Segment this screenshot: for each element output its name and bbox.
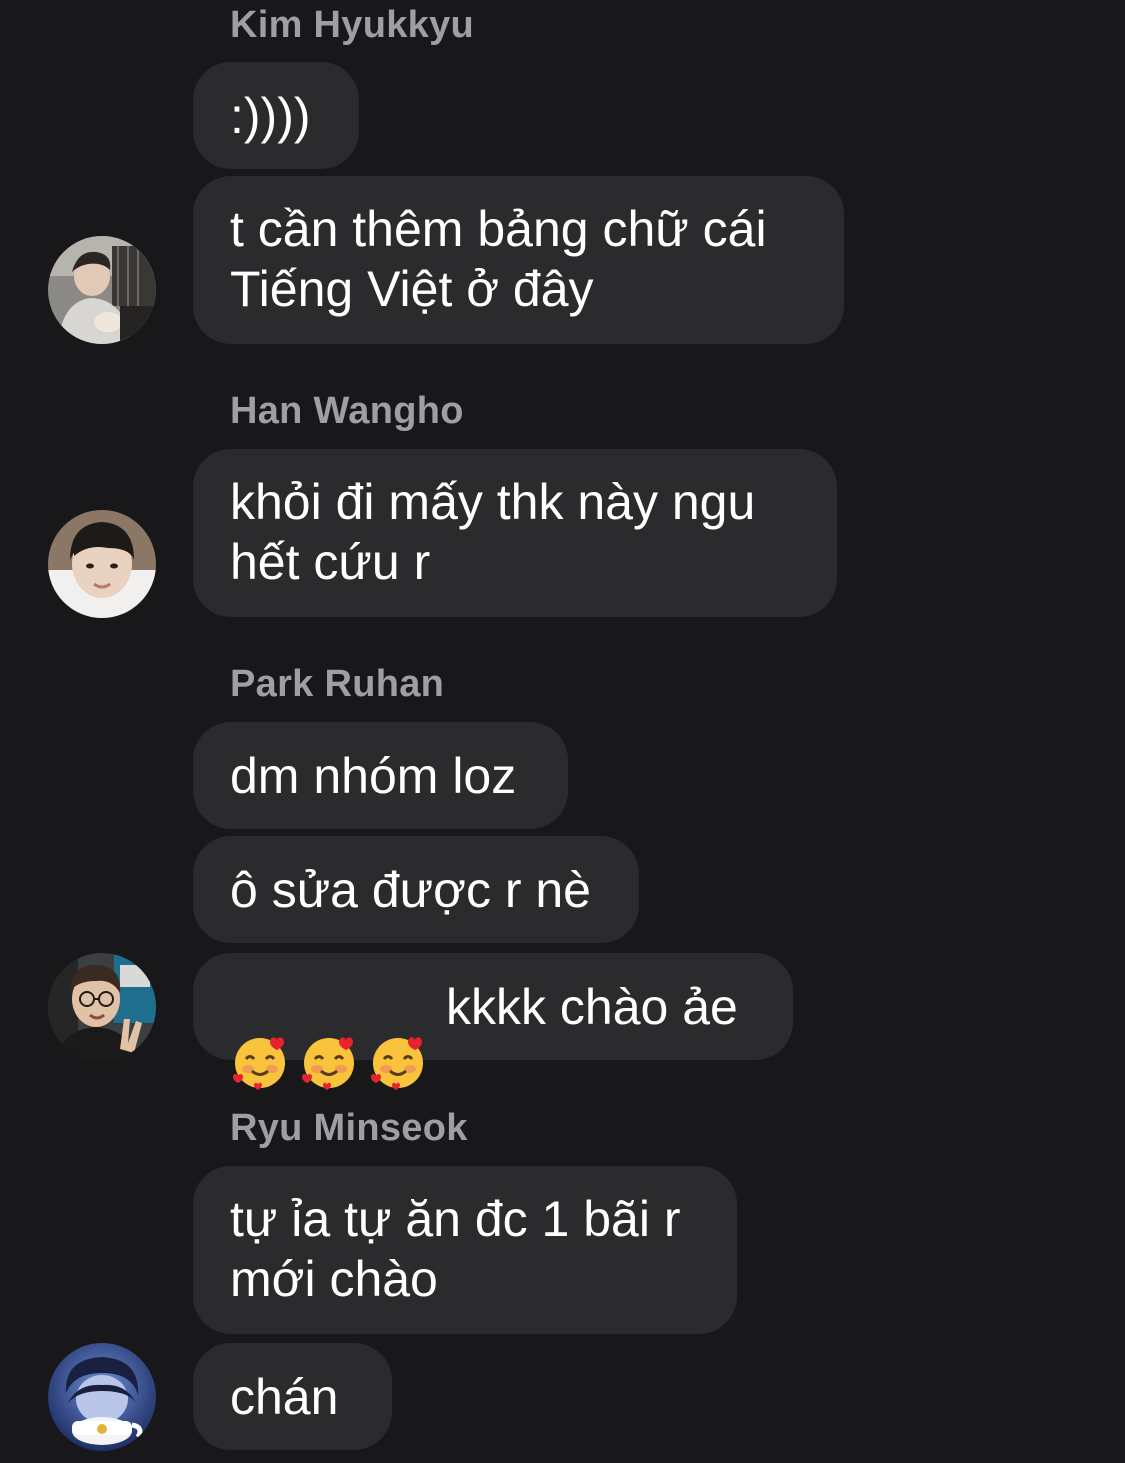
- avatar-ryu-minseok-image: [48, 1343, 156, 1451]
- avatar[interactable]: [48, 1343, 156, 1451]
- message-bubble[interactable]: dm nhóm loz: [193, 722, 568, 829]
- message-bubble[interactable]: tự ỉa tự ăn đc 1 bãi r mới chào: [193, 1166, 737, 1334]
- message-bubble[interactable]: :)))): [193, 62, 359, 169]
- avatar-park-ruhan-image: [48, 953, 156, 1061]
- message-bubble[interactable]: ô sửa được r nè: [193, 836, 639, 943]
- message-bubble[interactable]: kkkk chào ảe: [193, 953, 793, 1090]
- sender-name: Han Wangho: [230, 390, 464, 432]
- smiling-face-with-hearts-icon: [368, 973, 428, 1090]
- sender-name: Kim Hyukkyu: [230, 4, 475, 46]
- avatar[interactable]: [48, 236, 156, 344]
- avatar-kim-hyukkyu-image: [48, 236, 156, 344]
- sender-name: Ryu Minseok: [230, 1107, 468, 1149]
- avatar-han-wangho-image: [48, 510, 156, 618]
- chat-thread: Kim Hyukkyu :)))) t cần thêm bảng chữ cá…: [0, 0, 1125, 1463]
- message-bubble[interactable]: chán: [193, 1343, 392, 1450]
- avatar[interactable]: [48, 953, 156, 1061]
- smiling-face-with-hearts-icon: [230, 973, 290, 1090]
- sender-name: Park Ruhan: [230, 663, 445, 705]
- message-bubble[interactable]: t cần thêm bảng chữ cái Tiếng Việt ở đây: [193, 176, 844, 344]
- message-text: kkkk chào ảe: [446, 978, 738, 1035]
- avatar[interactable]: [48, 510, 156, 618]
- smiling-face-with-hearts-icon: [299, 973, 359, 1090]
- message-bubble[interactable]: khỏi đi mấy thk này ngu hết cứu r: [193, 449, 837, 617]
